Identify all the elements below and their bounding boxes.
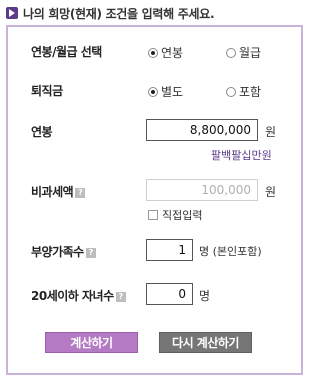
nontax-input[interactable]: 100,000 [146, 179, 258, 201]
radio-monthly[interactable]: 월급 [226, 44, 261, 61]
salary-input[interactable]: 8,800,000 [146, 119, 258, 141]
children-input[interactable]: 0 [146, 283, 193, 305]
radio-included-button[interactable] [226, 86, 236, 97]
recalculate-button[interactable]: 다시 계산하기 [159, 332, 252, 353]
radio-included-label: 포함 [239, 85, 262, 99]
direct-input-checkbox-row[interactable]: 직접입력 [148, 207, 202, 223]
section-title: 나의 희망(현재) 조건을 입력해 주세요. [23, 6, 215, 21]
children-label: 20세이하 자녀수? [31, 287, 126, 304]
help-icon[interactable]: ? [85, 248, 96, 258]
radio-separate-label: 별도 [161, 85, 184, 99]
radio-annual-label: 연봉 [161, 46, 184, 60]
severance-label: 퇴직금 [31, 84, 63, 98]
dependents-label-text: 부양가족수 [31, 245, 84, 259]
section-header: 나의 희망(현재) 조건을 입력해 주세요. [6, 4, 215, 22]
salary-calculator-panel: 연봉/월급 선택 연봉 월급 퇴직금 별도 포함 연봉 8,800,000 원 … [6, 25, 303, 375]
radio-included[interactable]: 포함 [226, 83, 261, 100]
children-unit: 명 [199, 289, 211, 303]
nontax-unit: 원 [265, 185, 277, 199]
salary-unit: 원 [265, 125, 277, 139]
calculate-button[interactable]: 계산하기 [45, 332, 138, 353]
nontax-label-text: 비과세액 [31, 185, 74, 199]
salary-type-label: 연봉/월급 선택 [31, 45, 102, 59]
dependents-input[interactable]: 1 [146, 239, 193, 261]
dependents-label: 부양가족수? [31, 243, 96, 260]
radio-monthly-label: 월급 [239, 46, 262, 60]
nontax-label: 비과세액? [31, 183, 86, 200]
help-icon[interactable]: ? [115, 292, 126, 302]
salary-label: 연봉 [31, 125, 53, 139]
radio-annual-button[interactable] [148, 47, 158, 58]
radio-separate-button[interactable] [148, 86, 158, 97]
radio-monthly-button[interactable] [226, 47, 236, 58]
help-icon[interactable]: ? [75, 188, 86, 198]
salary-korean-amount: 팔백팔십만원 [211, 149, 272, 162]
children-label-text: 20세이하 자녀수 [31, 289, 114, 303]
direct-input-label: 직접입력 [162, 209, 203, 222]
direct-input-checkbox[interactable] [148, 210, 158, 220]
dependents-unit: 명 (본인포함) [199, 245, 262, 258]
radio-annual[interactable]: 연봉 [148, 44, 183, 61]
radio-separate[interactable]: 별도 [148, 83, 183, 100]
arrow-right-icon [6, 7, 18, 19]
